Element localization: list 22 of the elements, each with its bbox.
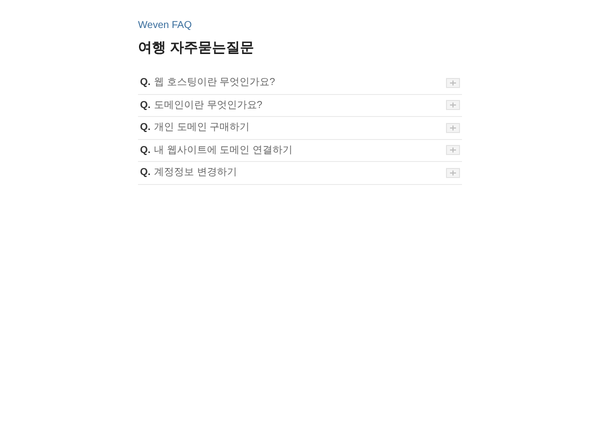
question-text: 웹 호스팅이란 무엇인가요? (154, 76, 276, 90)
question-marker: Q. (140, 76, 152, 90)
expand-icon[interactable] (446, 78, 460, 88)
question-marker: Q. (140, 98, 152, 113)
question-marker: Q. (140, 166, 152, 180)
faq-row[interactable]: Q. 개인 도메인 구매하기 (138, 117, 462, 140)
faq-row[interactable]: Q. 계정정보 변경하기 (138, 162, 462, 184)
faq-row[interactable]: Q. 웹 호스팅이란 무엇인가요? (138, 72, 462, 94)
page-title: 여행 자주묻는질문 (138, 38, 255, 56)
expand-icon[interactable] (446, 122, 460, 133)
expand-icon[interactable] (446, 100, 460, 110)
question-marker: Q. (140, 144, 152, 158)
expand-icon[interactable] (446, 168, 460, 178)
question-text: 계정정보 변경하기 (154, 166, 238, 180)
question-text: 개인 도메인 구매하기 (154, 121, 251, 136)
faq-row[interactable]: Q. 도메인이란 무엇인가요? (138, 94, 462, 117)
question-marker: Q. (140, 121, 152, 136)
eyebrow-label: Weven FAQ (138, 20, 193, 32)
question-text: 도메인이란 무엇인가요? (154, 98, 264, 113)
question-text: 내 웹사이트에 도메인 연결하기 (154, 144, 294, 158)
expand-icon[interactable] (446, 145, 460, 156)
faq-row[interactable]: Q. 내 웹사이트에 도메인 연결하기 (138, 140, 462, 162)
